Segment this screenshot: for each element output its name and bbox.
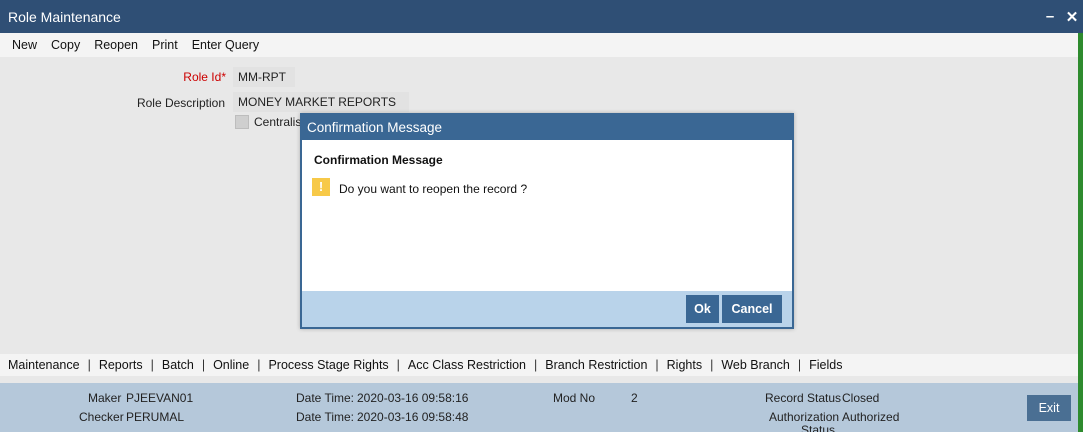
checker-datetime-label: Date Time: <box>296 410 355 424</box>
tab-online[interactable]: Online <box>213 358 249 372</box>
tab-branch-restriction[interactable]: Branch Restriction <box>545 358 647 372</box>
close-icon[interactable]: ✕ <box>1061 8 1083 26</box>
tab-separator: | <box>87 358 91 372</box>
cancel-button[interactable]: Cancel <box>722 295 782 323</box>
tab-acc-class-restriction[interactable]: Acc Class Restriction <box>408 358 526 372</box>
tab-separator: | <box>797 358 802 372</box>
exit-button[interactable]: Exit <box>1027 395 1071 421</box>
tab-batch[interactable]: Batch <box>162 358 194 372</box>
dialog-message: Do you want to reopen the record ? <box>339 182 528 196</box>
menu-enter-query[interactable]: Enter Query <box>192 38 259 52</box>
tab-web-branch[interactable]: Web Branch <box>721 358 790 372</box>
tab-fields[interactable]: Fields <box>809 358 842 372</box>
role-id-field[interactable]: MM-RPT <box>233 67 295 87</box>
maker-datetime-value: 2020-03-16 09:58:16 <box>357 391 469 405</box>
mod-no-label: Mod No <box>553 391 596 405</box>
menu-print[interactable]: Print <box>152 38 178 52</box>
menu-new[interactable]: New <box>12 38 37 52</box>
mod-no-value: 2 <box>631 391 638 405</box>
dialog-title: Confirmation Message <box>302 115 792 140</box>
menu-copy[interactable]: Copy <box>51 38 80 52</box>
tab-rights[interactable]: Rights <box>667 358 702 372</box>
record-status-value: Closed <box>842 391 880 405</box>
tab-separator: | <box>201 358 206 372</box>
tab-reports[interactable]: Reports <box>99 358 143 372</box>
menu-reopen[interactable]: Reopen <box>94 38 138 52</box>
minimize-icon[interactable]: – <box>1039 8 1061 25</box>
checker-label: Checker <box>79 410 124 424</box>
maker-value: PJEEVAN01 <box>126 391 194 405</box>
tab-separator: | <box>150 358 154 372</box>
bottom-tabs: Maintenance | Reports | Batch | Online | Pro… <box>0 354 1078 376</box>
checker-datetime-value: 2020-03-16 09:58:48 <box>357 410 469 424</box>
centralised-label: Centralis <box>254 115 302 129</box>
tab-maintenance[interactable]: Maintenance <box>8 358 80 372</box>
ok-button[interactable]: Ok <box>686 295 719 323</box>
maker-datetime-label: Date Time: <box>296 391 355 405</box>
tab-separator: | <box>655 358 659 372</box>
authorization-status-value: Authorized <box>842 410 900 424</box>
role-description-label: Role Description <box>136 96 225 110</box>
app-window: Role Maintenance – ✕ New Copy Reopen Pri… <box>0 0 1083 432</box>
record-status-label: Record Status <box>765 391 842 405</box>
dialog-heading: Confirmation Message <box>314 153 443 167</box>
maker-label: Maker <box>88 391 122 405</box>
confirmation-dialog: Confirmation Message Confirmation Messag… <box>300 113 794 329</box>
tab-process-stage-rights[interactable]: Process Stage Rights <box>268 358 388 372</box>
window-title: Role Maintenance <box>8 8 121 25</box>
window-titlebar: Role Maintenance – ✕ <box>0 0 1083 33</box>
authorization-status-label-2: Status <box>801 423 836 432</box>
dialog-footer: Ok Cancel <box>302 291 792 327</box>
tab-separator: | <box>257 358 261 372</box>
checker-value: PERUMAL <box>126 410 185 424</box>
tab-separator: | <box>396 358 400 372</box>
tab-separator: | <box>710 358 714 372</box>
authorization-status-label: Authorization <box>769 410 840 424</box>
centralised-checkbox[interactable] <box>235 115 249 129</box>
tab-separator: | <box>534 358 538 372</box>
audit-statusbar: Maker PJEEVAN01 Checker PERUMAL Date Tim… <box>0 383 1078 432</box>
toolbar-menu: New Copy Reopen Print Enter Query <box>0 33 1078 57</box>
warning-icon: ! <box>312 178 330 196</box>
required-marker: * <box>221 70 226 84</box>
role-id-label: Role Id* <box>183 70 226 84</box>
role-description-field[interactable]: MONEY MARKET REPORTS <box>233 92 409 112</box>
